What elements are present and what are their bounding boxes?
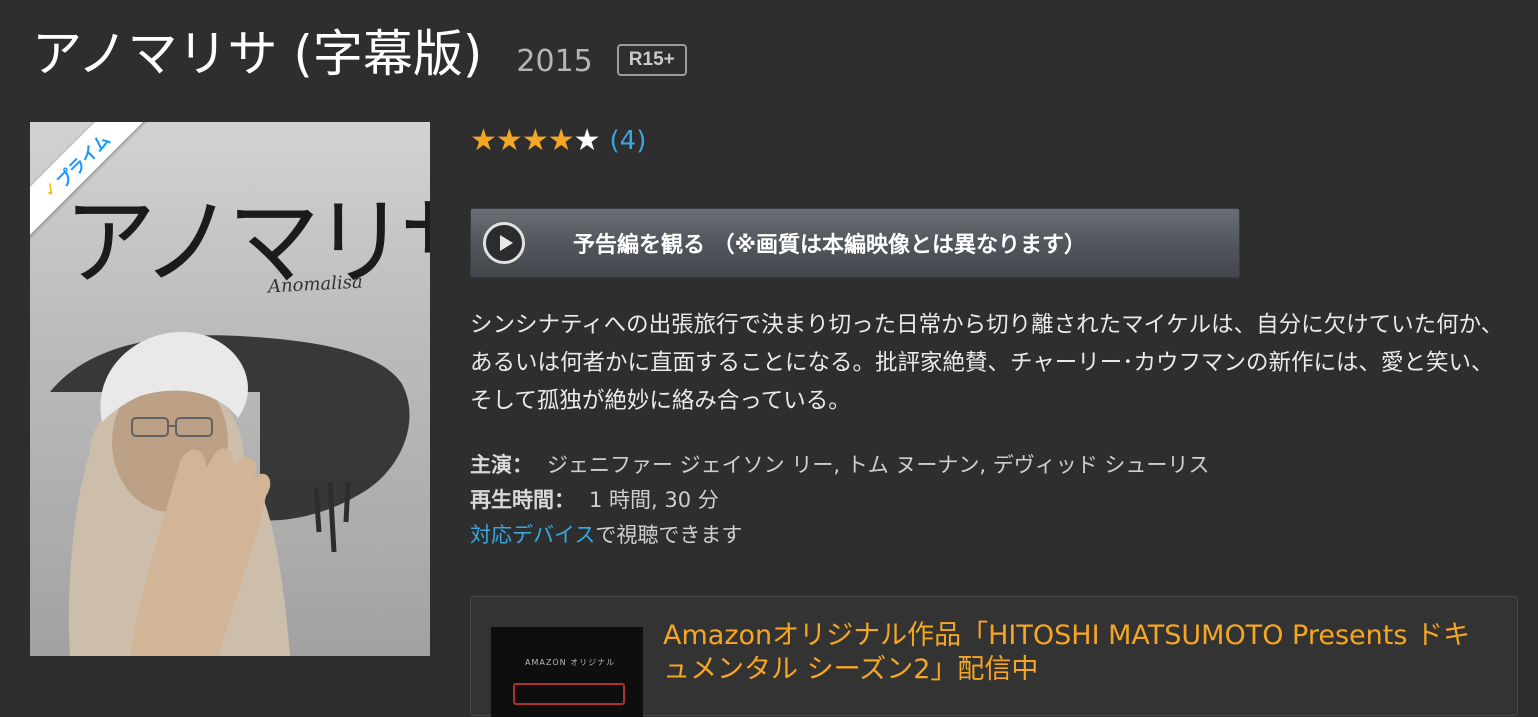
watch-trailer-button[interactable]: 予告編を観る （※画質は本編映像とは異なります） bbox=[470, 208, 1240, 278]
cast-value: ジェニファー ジェイソン リー, トム ヌーナン, デヴィッド シューリス bbox=[547, 453, 1210, 477]
devices-suffix: で視聴できます bbox=[595, 523, 743, 547]
age-rating-badge: R15+ bbox=[616, 44, 687, 76]
cast-label: 主演： bbox=[470, 453, 533, 477]
star-full-icon: ★ bbox=[470, 123, 497, 158]
promo-link[interactable]: Amazonオリジナル作品「HITOSHI MATSUMOTO Presents… bbox=[663, 619, 1493, 687]
release-year: 2015 bbox=[516, 44, 593, 79]
promo-thumbnail[interactable]: AMAZON オリジナル bbox=[491, 627, 643, 717]
runtime-value: 1 時間, 30 分 bbox=[589, 488, 719, 512]
star-full-icon: ★ bbox=[521, 123, 549, 158]
poster-title-art: アノマリサ bbox=[64, 186, 430, 300]
customer-rating[interactable]: ★ ★ ★ ★ ★ (4) bbox=[470, 123, 647, 158]
supported-devices-link[interactable]: 対応デバイス bbox=[470, 523, 595, 547]
star-full-icon: ★ bbox=[547, 123, 575, 158]
promo-thumbnail-label: AMAZON オリジナル bbox=[525, 658, 616, 667]
runtime-row: 再生時間： 1 時間, 30 分 bbox=[470, 483, 1209, 518]
play-icon bbox=[483, 222, 525, 264]
trailer-button-label: 予告編を観る （※画質は本編映像とは異なります） bbox=[573, 233, 1087, 258]
star-half-icon: ★ bbox=[573, 123, 601, 158]
promo-banner[interactable]: AMAZON オリジナル Amazonオリジナル作品「HITOSHI MATSU… bbox=[470, 596, 1518, 717]
star-full-icon: ★ bbox=[495, 123, 523, 158]
promo-logo-frame bbox=[513, 683, 625, 705]
movie-poster[interactable]: アノマリサ Anomalisa ✓プライム bbox=[30, 122, 430, 656]
synopsis: シンシナティへの出張旅行で決まり切った日常から切り離されたマイケルは、自分に欠け… bbox=[470, 312, 1504, 414]
page-title: アノマリサ (字幕版) bbox=[32, 25, 483, 83]
movie-details: 主演： ジェニファー ジェイソン リー, トム ヌーナン, デヴィッド シューリス… bbox=[470, 448, 1209, 553]
cast-row: 主演： ジェニファー ジェイソン リー, トム ヌーナン, デヴィッド シューリス bbox=[470, 448, 1209, 483]
title-row: アノマリサ (字幕版) 2015 R15+ bbox=[32, 14, 687, 86]
devices-row: 対応デバイスで視聴できます bbox=[470, 518, 1209, 553]
review-count-link[interactable]: (4) bbox=[610, 126, 647, 156]
runtime-label: 再生時間： bbox=[470, 488, 575, 512]
